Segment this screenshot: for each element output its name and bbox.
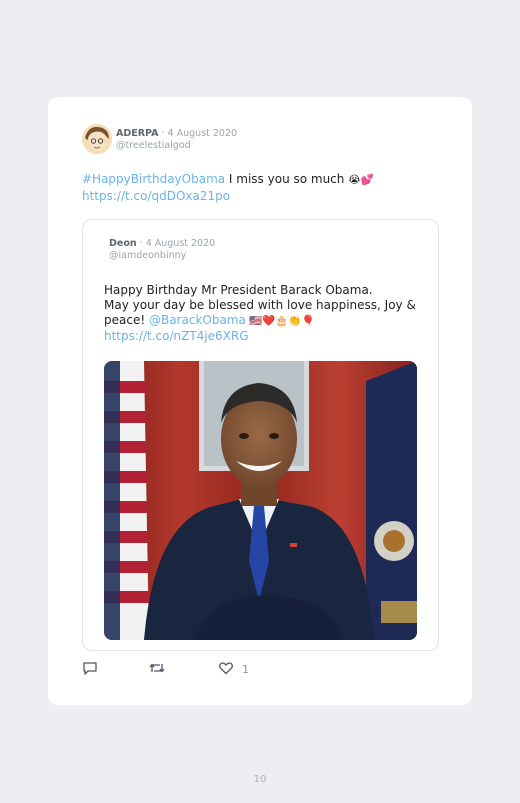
quoted-tweet[interactable]: Deon · 4 August 2020 @iamdeonbinny Happy… <box>82 219 439 651</box>
quoted-display-name[interactable]: Deon <box>109 238 137 249</box>
quoted-line-3: peace! <box>104 313 149 327</box>
handle[interactable]: @treelestialgod <box>116 140 237 152</box>
reply-button[interactable] <box>82 660 98 678</box>
quoted-link[interactable]: https://t.co/nZT4je6XRG <box>104 329 424 344</box>
hashtag-link[interactable]: #HappyBirthdayObama <box>82 172 225 186</box>
tweet-header: ADERPA · 4 August 2020 @treelestialgod <box>116 128 237 152</box>
quoted-header: Deon · 4 August 2020 @iamdeonbinny <box>109 238 215 262</box>
quoted-text: Happy Birthday Mr President Barack Obama… <box>104 283 424 344</box>
heart-icon <box>218 660 234 679</box>
quoted-separator: · <box>136 238 146 249</box>
like-button[interactable]: 1 <box>218 660 249 678</box>
tweet-date[interactable]: 4 August 2020 <box>168 128 238 139</box>
tweet-actions: 1 <box>82 660 442 678</box>
mention-link[interactable]: @BarackObama <box>149 313 246 327</box>
page-number: 10 <box>253 774 267 785</box>
quoted-date[interactable]: 4 August 2020 <box>146 238 216 249</box>
separator: · <box>158 128 168 139</box>
retweet-icon <box>148 660 166 679</box>
display-name[interactable]: ADERPA <box>116 128 159 139</box>
reply-icon <box>82 660 98 679</box>
tweet-body: I miss you so much <box>225 172 349 186</box>
tweet-link[interactable]: https://t.co/qdDOxa21po <box>82 189 230 203</box>
tweet-card: ADERPA · 4 August 2020 @treelestialgod #… <box>48 97 472 705</box>
retweet-button[interactable] <box>148 660 166 678</box>
like-count: 1 <box>242 662 249 676</box>
quoted-line-1: Happy Birthday Mr President Barack Obama… <box>104 283 373 297</box>
tweet-text: #HappyBirthdayObama I miss you so much 😭… <box>82 171 442 204</box>
quoted-emoji: 🇺🇸❤️🎂👏🎈 <box>245 315 315 327</box>
quoted-handle[interactable]: @iamdeonbinny <box>109 250 215 262</box>
quoted-line-2: May your day be blessed with love happin… <box>104 298 416 312</box>
tweet-emoji: 😭💕 <box>348 174 374 186</box>
tweet-photo[interactable] <box>104 361 417 640</box>
avatar[interactable] <box>82 124 112 154</box>
